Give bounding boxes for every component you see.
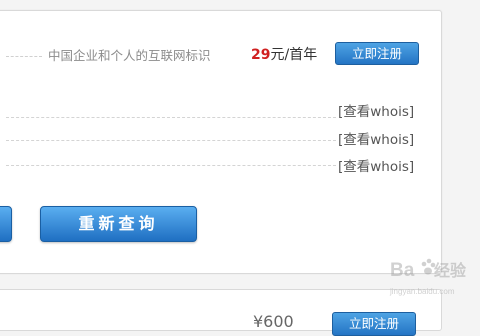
svg-text:经验: 经验	[434, 261, 467, 280]
register-now-button[interactable]: 立即注册	[335, 42, 419, 65]
row-divider	[6, 140, 336, 141]
next-price: ¥600	[253, 312, 294, 331]
svg-text:jingyan.baidu.com: jingyan.baidu.com	[389, 287, 455, 296]
view-whois-link[interactable]: [查看whois]	[338, 155, 414, 175]
price-unit: 元/首年	[270, 47, 318, 63]
row-divider	[6, 56, 42, 57]
requery-button[interactable]: 重新查询	[40, 206, 197, 242]
svg-text:Ba: Ba	[390, 260, 415, 281]
view-whois-link[interactable]: [查看whois]	[338, 128, 414, 148]
row-divider	[6, 165, 336, 166]
price-number: 29	[251, 47, 271, 63]
domain-description: 中国企业和个人的互联网标识	[48, 48, 211, 63]
register-now-button-2[interactable]: 立即注册	[332, 312, 416, 336]
row-divider	[6, 117, 336, 118]
domain-price: 29元/首年	[251, 44, 317, 64]
baidu-watermark: Ba 经验 jingyan.baidu.com	[389, 258, 467, 296]
partial-action-button[interactable]	[0, 206, 12, 242]
view-whois-link[interactable]: [查看whois]	[338, 100, 414, 120]
